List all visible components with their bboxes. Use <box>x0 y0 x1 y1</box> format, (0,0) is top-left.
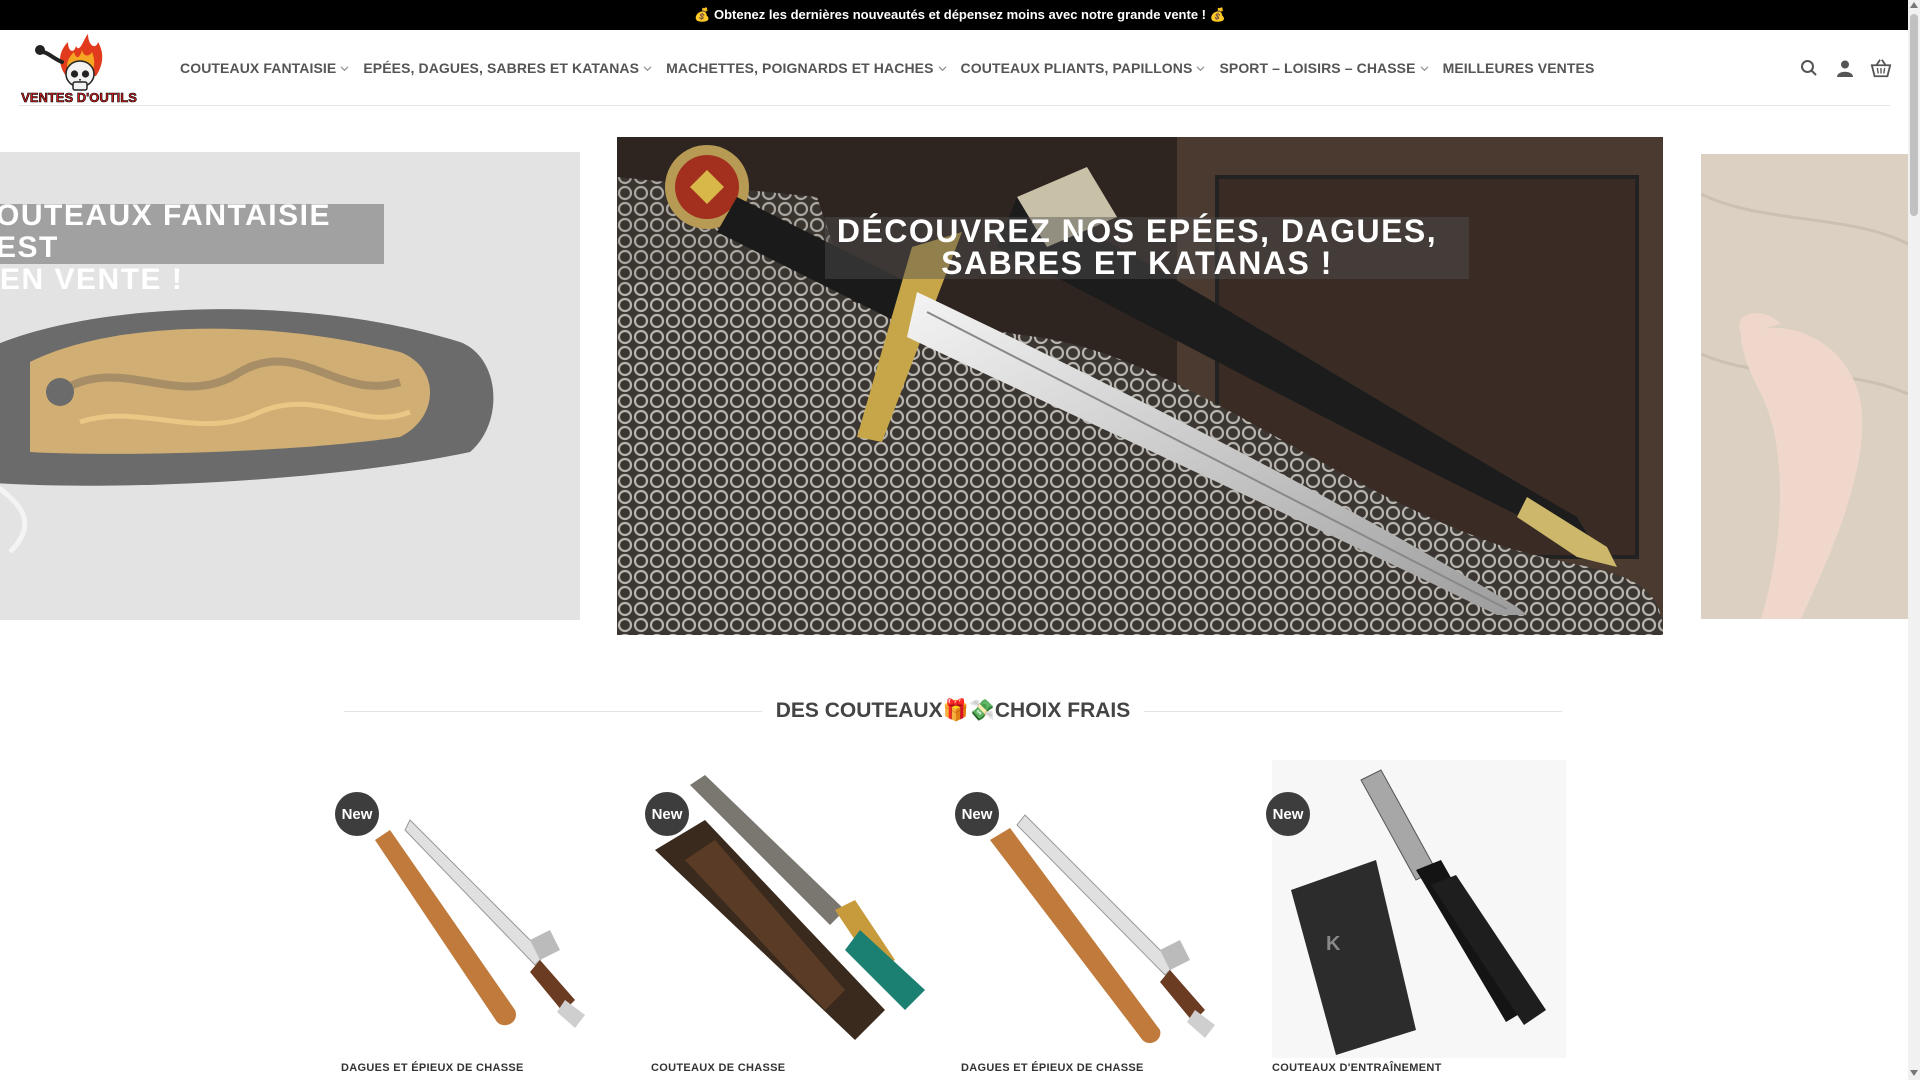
divider-left <box>344 710 762 712</box>
product-category[interactable]: DAGUES ET ÉPIEUX DE CHASSE <box>341 1062 524 1074</box>
product-image[interactable]: K <box>1266 760 1566 1058</box>
scroll-down-icon[interactable] <box>1910 1070 1918 1076</box>
product-card[interactable]: New DAGUES ET ÉPIEUX DE CHASSE <box>335 760 635 1080</box>
cart-icon[interactable] <box>1870 57 1892 79</box>
caption-line-2: SABRES ET KATANAS ! <box>941 245 1333 281</box>
nav-label: COUTEAUX PLIANTS, PAPILLONS <box>960 60 1193 76</box>
nav-item-sport-loisirs[interactable]: SPORT – LOISIRS – CHASSE <box>1219 60 1429 76</box>
product-category[interactable]: DAGUES ET ÉPIEUX DE CHASSE <box>961 1062 1144 1074</box>
caption-line-2: EN VENTE ! <box>0 263 184 296</box>
scroll-up-icon[interactable] <box>1910 2 1918 8</box>
slide-caption: DÉCOUVREZ NOS EPÉES, DAGUES, SABRES ET K… <box>805 215 1469 279</box>
product-card[interactable]: New DAGUES ET ÉPIEUX DE CHASSE <box>955 760 1255 1080</box>
product-category[interactable]: COUTEAUX DE CHASSE <box>651 1062 785 1074</box>
chevron-down-icon <box>340 65 349 71</box>
nav-item-couteaux-fantaisie[interactable]: COUTEAUX FANTAISIE <box>180 60 349 76</box>
nav-item-machettes[interactable]: MACHETTES, POIGNARDS ET HACHES <box>666 60 947 76</box>
promo-text: 💰 Obtenez les dernières nouveautés et dé… <box>694 7 1226 22</box>
chevron-down-icon <box>643 65 652 71</box>
new-badge: New <box>335 792 379 836</box>
nav-label: SPORT – LOISIRS – CHASSE <box>1219 60 1416 76</box>
pouch-logo-k: K <box>1326 933 1341 955</box>
slide-next[interactable] <box>1701 154 1908 619</box>
nav-label: MEILLEURES VENTES <box>1442 60 1595 76</box>
nav-item-couteaux-pliants[interactable]: COUTEAUX PLIANTS, PAPILLONS <box>961 60 1206 76</box>
chevron-down-icon <box>1420 65 1429 71</box>
slide-active[interactable]: DÉCOUVREZ NOS EPÉES, DAGUES, SABRES ET K… <box>617 137 1663 635</box>
slide-caption: OUTEAUX FANTAISIE EST EN VENTE ! <box>0 200 376 296</box>
site-logo[interactable]: VENTES D'OUTILS <box>18 32 140 105</box>
main-nav: COUTEAUX FANTAISIE EPÉES, DAGUES, SABRES… <box>180 30 1608 106</box>
scrollbar-thumb[interactable] <box>1910 14 1918 216</box>
divider-right <box>1144 710 1562 712</box>
product-category[interactable]: COUTEAUX D'ENTRAÎNEMENT <box>1272 1062 1442 1074</box>
chevron-down-icon <box>938 65 947 71</box>
nav-item-meilleures-ventes[interactable]: MEILLEURES VENTES <box>1443 60 1595 76</box>
product-image[interactable] <box>955 760 1255 1058</box>
slide-inactive-overlay <box>1701 154 1908 619</box>
logo-lettering: VENTES D'OUTILS <box>21 90 137 104</box>
product-image[interactable] <box>645 760 945 1058</box>
caption-line-1: OUTEAUX FANTAISIE EST <box>0 199 331 264</box>
header-icons <box>1798 30 1892 106</box>
new-badge: New <box>955 792 999 836</box>
promo-bar: 💰 Obtenez les dernières nouveautés et dé… <box>0 0 1920 30</box>
account-icon[interactable] <box>1834 57 1856 79</box>
section-header: DES COUTEAUX🎁💸CHOIX FRAIS <box>344 696 1562 726</box>
nav-label: MACHETTES, POIGNARDS ET HACHES <box>666 60 934 76</box>
nav-item-epees-dagues[interactable]: EPÉES, DAGUES, SABRES ET KATANAS <box>363 60 652 76</box>
chevron-down-icon <box>1196 65 1205 71</box>
new-badge: New <box>645 792 689 836</box>
slide-previous[interactable]: OUTEAUX FANTAISIE EST EN VENTE ! <box>0 152 580 620</box>
product-card[interactable]: New COUTEAUX DE CHASSE <box>645 760 945 1080</box>
product-card[interactable]: K New COUTEAUX D'ENTRAÎNEMENT <box>1266 760 1566 1080</box>
caption-line-1: DÉCOUVREZ NOS EPÉES, DAGUES, <box>836 213 1438 249</box>
dagger-image <box>617 137 1663 635</box>
page-scrollbar[interactable] <box>1908 0 1920 1080</box>
search-icon[interactable] <box>1798 57 1820 79</box>
section-title: DES COUTEAUX🎁💸CHOIX FRAIS <box>775 699 1131 722</box>
new-badge: New <box>1266 792 1310 836</box>
nav-label: EPÉES, DAGUES, SABRES ET KATANAS <box>363 60 640 76</box>
product-image[interactable] <box>335 760 635 1058</box>
nav-label: COUTEAUX FANTAISIE <box>180 60 337 76</box>
